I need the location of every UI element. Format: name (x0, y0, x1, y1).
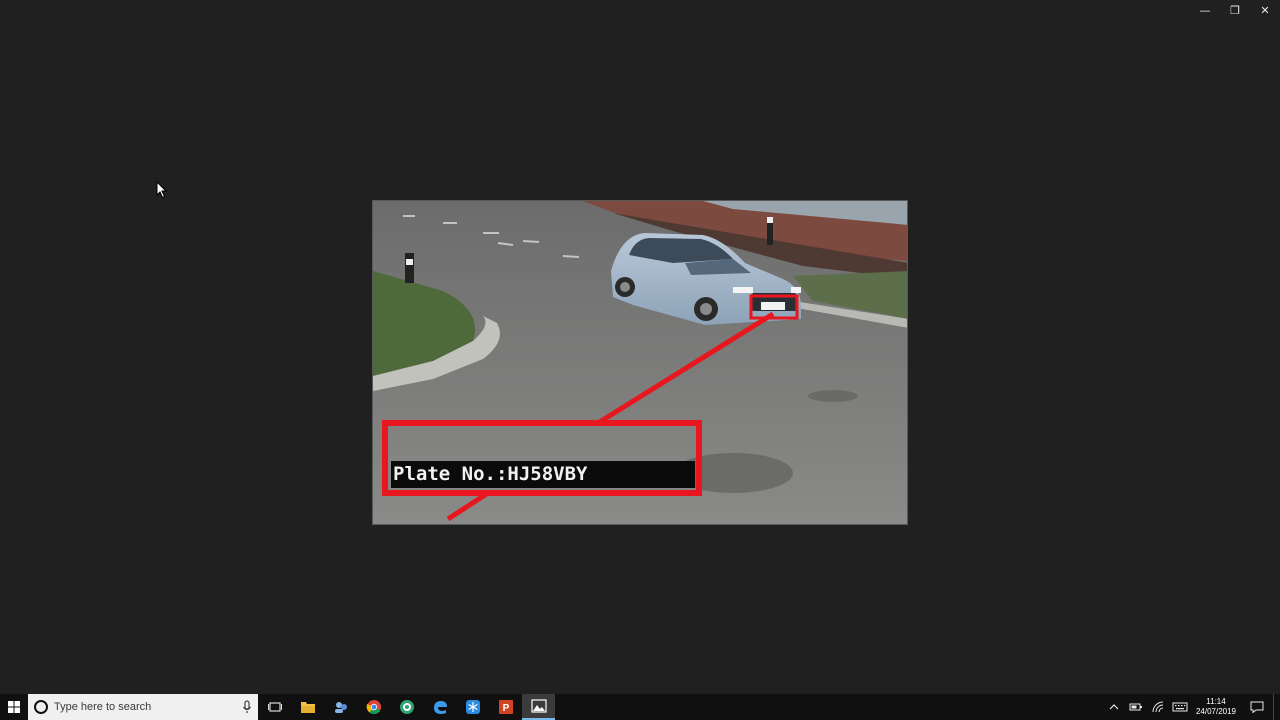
task-view-button[interactable] (258, 694, 291, 720)
action-center-button[interactable] (1241, 694, 1273, 720)
windows-logo-icon (8, 701, 20, 713)
network-button[interactable] (1147, 694, 1169, 720)
minimize-button[interactable]: — (1190, 0, 1220, 20)
file-explorer-icon (300, 702, 315, 713)
show-hidden-icons-button[interactable] (1103, 694, 1125, 720)
chrome-button[interactable] (357, 694, 390, 720)
powerpoint-icon: P (498, 700, 513, 714)
snip-button[interactable] (390, 694, 423, 720)
powerpoint-button[interactable]: P (489, 694, 522, 720)
people-icon (334, 702, 347, 713)
clock-time: 11:14 (1206, 697, 1226, 706)
plate-number-caption: Plate No.:HJ58VBY (391, 461, 695, 488)
restore-icon: ❐ (1230, 3, 1240, 17)
photos-viewer-window: — ❐ ✕ Plate No.:HJ58VBY (0, 0, 1280, 694)
taskbar: Type here to search P 11:14 24/07/2019 (0, 694, 1280, 720)
displayed-photo[interactable]: Plate No.:HJ58VBY (372, 200, 908, 525)
chevron-up-icon (1109, 704, 1119, 710)
mouse-pointer-icon (156, 181, 168, 199)
photos-button[interactable] (522, 694, 555, 720)
close-icon: ✕ (1260, 3, 1270, 17)
start-button[interactable] (0, 694, 28, 720)
clock-date: 24/07/2019 (1195, 707, 1237, 716)
taskbar-search-box[interactable]: Type here to search (28, 694, 258, 720)
taskbar-clock[interactable]: 11:14 24/07/2019 (1191, 694, 1241, 720)
cortana-icon (34, 700, 48, 714)
wifi-icon (1152, 701, 1164, 713)
svg-text:P: P (502, 703, 509, 714)
microphone-icon[interactable] (242, 700, 252, 714)
snowflake-app-button[interactable] (456, 694, 489, 720)
file-explorer-button[interactable] (291, 694, 324, 720)
battery-icon (1129, 703, 1142, 711)
people-button[interactable] (324, 694, 357, 720)
close-button[interactable]: ✕ (1250, 0, 1280, 20)
notifications-icon (1250, 701, 1264, 713)
edge-browser-button[interactable] (423, 694, 456, 720)
keyboard-icon (1172, 702, 1188, 712)
task-view-icon (267, 702, 282, 712)
chrome-icon (366, 700, 381, 715)
restore-button[interactable]: ❐ (1220, 0, 1250, 20)
window-controls: — ❐ ✕ (1190, 0, 1280, 20)
snowflake-app-icon (465, 700, 480, 714)
pinned-apps: P (258, 694, 555, 720)
search-placeholder: Type here to search (54, 701, 152, 713)
battery-button[interactable] (1125, 694, 1147, 720)
edge-browser-icon (433, 701, 447, 714)
system-tray: 11:14 24/07/2019 (1103, 694, 1280, 720)
touch-keyboard-button[interactable] (1169, 694, 1191, 720)
photos-icon (530, 699, 547, 713)
show-desktop-button[interactable] (1273, 694, 1280, 720)
minimize-icon: — (1199, 3, 1211, 17)
snip-icon (399, 700, 414, 714)
